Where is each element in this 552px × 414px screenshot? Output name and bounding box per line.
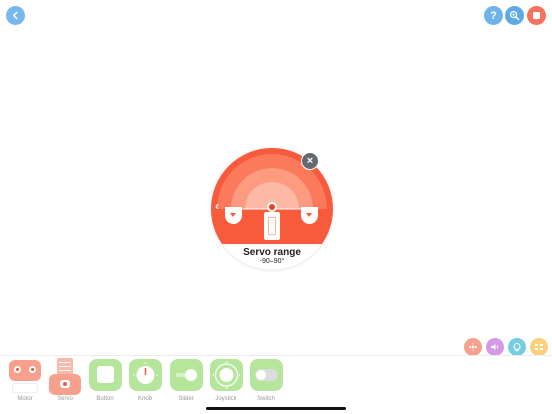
palette-item-knob[interactable] (129, 359, 162, 391)
movement-category-icon (469, 343, 477, 351)
palette-divider (0, 355, 552, 356)
category-sound[interactable] (486, 338, 504, 356)
palette-item-joystick[interactable] (210, 359, 243, 391)
category-sensor[interactable] (508, 338, 526, 356)
category-movement[interactable] (464, 338, 482, 356)
chevron-down-icon (230, 213, 236, 217)
palette-label-button: Button (96, 396, 114, 402)
chevron-down-icon (306, 213, 312, 217)
joystick-icon (212, 361, 241, 389)
home-indicator (206, 407, 346, 410)
palette-label-knob: Knob (137, 396, 152, 402)
chevron-left-icon[interactable]: ‹ (215, 200, 219, 212)
palette-label-motor: Motor (17, 396, 33, 402)
palette-item-motor[interactable] (9, 360, 41, 394)
knob-icon (133, 362, 158, 384)
palette-item-button[interactable] (89, 359, 122, 391)
servo-range-value: -90–90° (259, 258, 285, 265)
palette-item-slider[interactable] (170, 359, 203, 391)
palette-label-switch: Switch (257, 396, 275, 402)
range-handle-right[interactable] (301, 207, 318, 224)
servo-device-icon (264, 202, 280, 240)
zoom-icon (509, 10, 520, 21)
stop-button[interactable] (527, 6, 546, 25)
palette-item-switch[interactable] (250, 359, 283, 391)
close-button[interactable]: × (301, 152, 319, 170)
back-icon (12, 11, 18, 20)
close-icon: × (306, 155, 314, 167)
help-icon: ? (490, 9, 497, 22)
palette-label-joystick: Joystick (215, 396, 237, 402)
motor-icon (9, 360, 41, 381)
button-icon (97, 366, 114, 383)
servo-icon (49, 374, 81, 395)
range-handle-left[interactable] (225, 207, 242, 224)
zoom-button[interactable] (505, 6, 524, 25)
palette-label-servo: Servo (57, 396, 73, 402)
control-category-icon (535, 344, 543, 350)
back-button[interactable] (6, 6, 25, 25)
stop-icon (533, 12, 540, 19)
palette-item-servo[interactable] (49, 358, 81, 395)
servo-range-title: Servo range (243, 247, 301, 258)
category-control[interactable] (530, 338, 548, 356)
palette-label-slider: Slider (178, 396, 194, 402)
sensor-category-icon (513, 342, 521, 352)
help-button[interactable]: ? (484, 6, 503, 25)
sound-category-icon (491, 344, 499, 350)
